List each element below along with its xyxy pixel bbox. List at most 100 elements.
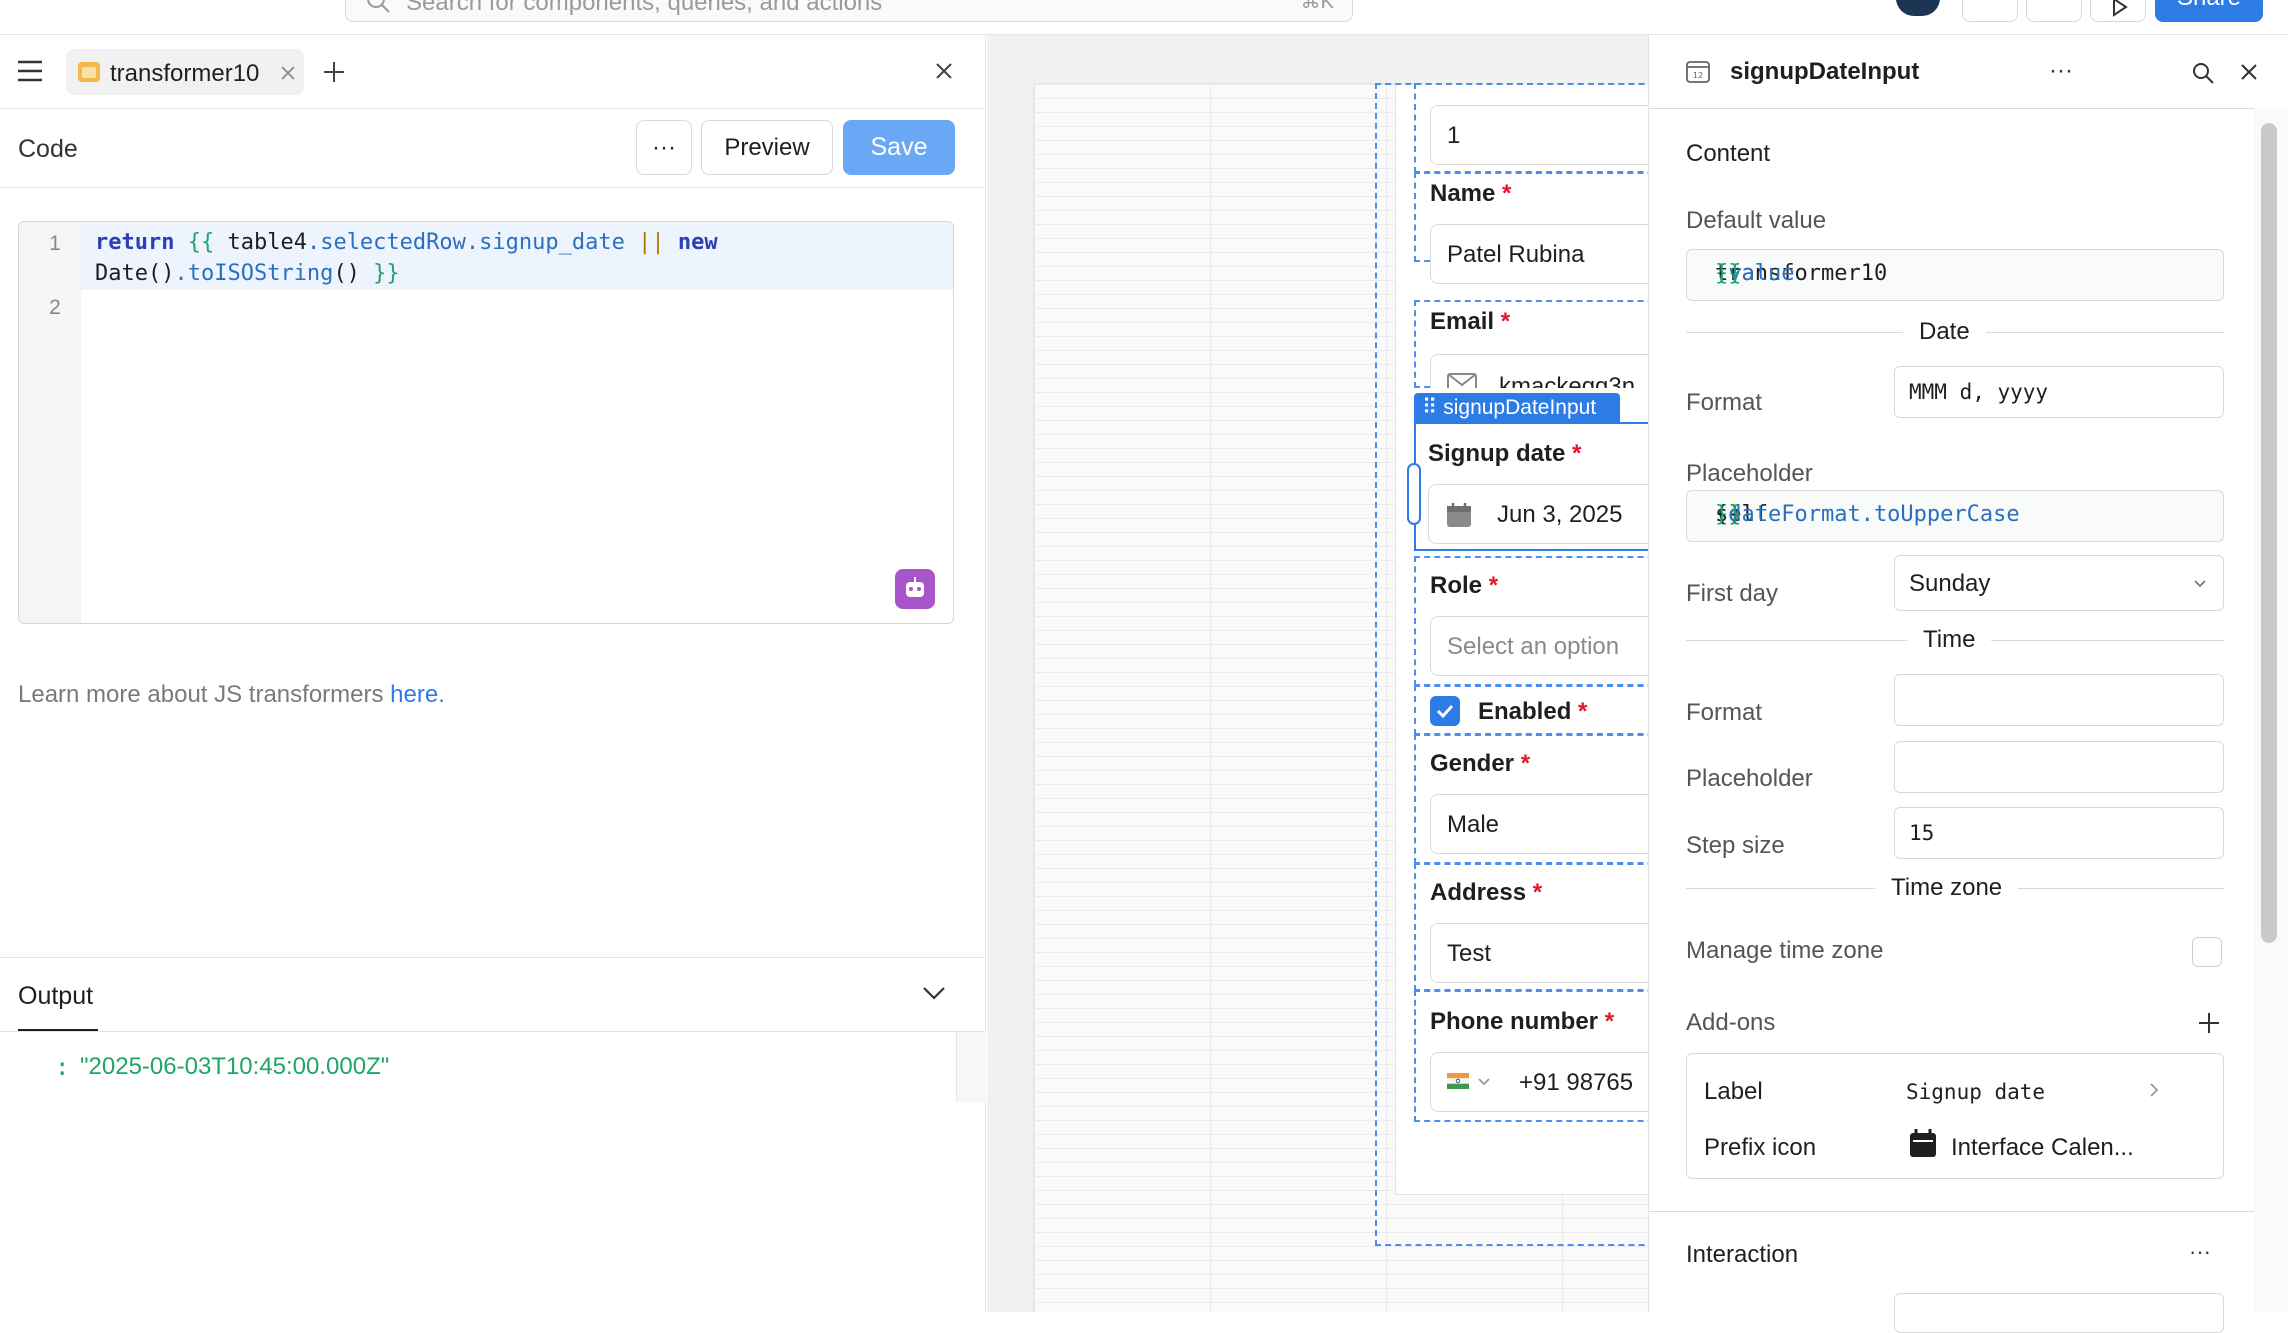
name-value: Patel Rubina [1447, 241, 1585, 268]
first-day-value: Sunday [1909, 570, 1991, 597]
add-tab-icon[interactable] [323, 61, 345, 83]
close-tab-icon[interactable] [280, 65, 296, 81]
signup-date-input[interactable]: Jun 3, 2025 [1428, 484, 1648, 544]
selected-component-name: signupDateInput [1443, 396, 1597, 419]
form-field-id: 1 [1414, 83, 1648, 173]
avatar[interactable] [1896, 0, 1940, 16]
tab-transformer10[interactable]: transformer10 [66, 49, 304, 95]
manage-tz-label: Manage time zone [1686, 937, 1884, 964]
interaction-more-button[interactable]: ··· [2189, 1239, 2211, 1265]
code-editor[interactable]: 1 2 return {{ table4.selectedRow.signup_… [18, 221, 954, 624]
enabled-label: Enabled * [1478, 698, 1587, 726]
code-section-title: Code [18, 135, 78, 163]
preview-button[interactable]: Preview [701, 120, 833, 175]
content-heading[interactable]: Content [1686, 140, 1770, 168]
default-value-input[interactable]: {{ transformer10 .value }} [1686, 249, 2224, 301]
code-editor-panel: transformer10 Code ··· Preview Save 1 2 … [0, 35, 986, 1312]
phone-input[interactable]: +91 98765 [1430, 1052, 1648, 1112]
divider [1649, 108, 2288, 109]
checkmark-icon [1436, 704, 1454, 719]
chevron-down-icon [2194, 580, 2206, 588]
toolbar-button[interactable] [1962, 0, 2018, 22]
chevron-down-icon[interactable] [922, 985, 946, 1001]
divider [0, 1031, 986, 1032]
code-token: }} [359, 261, 400, 286]
interaction-heading[interactable]: Interaction [1686, 1241, 1798, 1269]
chevron-right-icon[interactable] [2149, 1082, 2159, 1098]
addon-label-key: Label [1704, 1078, 1763, 1105]
time-placeholder-input[interactable] [1894, 741, 2224, 793]
format-input[interactable]: MMM d, yyyy [1894, 366, 2224, 418]
step-size-input[interactable]: 15 [1894, 807, 2224, 859]
mail-icon [1447, 373, 1477, 388]
format-value: MMM d, yyyy [1909, 380, 2049, 404]
close-panel-icon[interactable] [935, 62, 953, 80]
code-token: .toISOString [174, 261, 334, 286]
share-button[interactable]: Share [2155, 0, 2263, 22]
robot-icon [906, 577, 924, 597]
global-search-input[interactable]: Search for components, queries, and acti… [345, 0, 1353, 22]
form-field-role: Role * Select an option [1414, 556, 1648, 686]
india-flag-icon [1447, 1073, 1469, 1089]
app-canvas[interactable]: 1 Name * Patel Rubina Email * kmackegg3n… [987, 35, 1648, 1312]
form-field-gender: Gender * Male [1414, 734, 1648, 864]
selected-component-tag[interactable]: ⠿ signupDateInput [1414, 393, 1620, 423]
address-input[interactable]: Test [1430, 923, 1648, 983]
time-format-input[interactable] [1894, 674, 2224, 726]
placeholder-input[interactable]: {{ self .dateFormat.toUpperCase() }} [1686, 490, 2224, 542]
manage-tz-checkbox[interactable] [2192, 937, 2222, 967]
code-line-1: return {{ table4.selectedRow.signup_date… [95, 230, 718, 255]
code-token: .selectedRow [306, 230, 466, 255]
required-mark: * [1532, 879, 1543, 906]
format-label: Format [1686, 389, 1763, 416]
user-count-button[interactable] [2026, 0, 2082, 22]
inspector-title[interactable]: signupDateInput [1730, 58, 1919, 86]
top-toolbar: Search for components, queries, and acti… [0, 0, 2288, 35]
required-mark: * [1578, 698, 1588, 725]
name-input[interactable]: Patel Rubina [1430, 224, 1648, 284]
step-size-value: 15 [1909, 821, 1935, 845]
gender-label-text: Gender [1430, 750, 1515, 777]
addon-prefix-value[interactable]: Interface Calen... [1951, 1134, 2134, 1162]
gender-label: Gender * [1430, 750, 1530, 778]
id-input[interactable]: 1 [1430, 105, 1648, 165]
email-input[interactable]: kmackegg3n [1430, 354, 1648, 388]
code-token: }} [1715, 502, 1742, 527]
search-shortcut: ⌘K [1300, 0, 1334, 13]
menu-icon[interactable] [16, 59, 44, 83]
add-icon[interactable] [2198, 1012, 2220, 1034]
chevron-down-icon[interactable] [1477, 1077, 1491, 1087]
code-token: () [333, 261, 360, 286]
address-label: Address * [1430, 879, 1542, 907]
scrollbar-thumb[interactable] [2261, 123, 2277, 943]
signup-label: Signup date * [1428, 440, 1581, 468]
inspector-more-button[interactable]: ··· [2049, 57, 2073, 85]
search-icon[interactable] [2191, 61, 2215, 85]
output-title[interactable]: Output [18, 982, 93, 1011]
signup-date-value: Jun 3, 2025 [1497, 501, 1623, 528]
code-token: return [95, 230, 175, 255]
time-section-divider: Time [1907, 626, 1992, 654]
required-mark: * [1572, 440, 1582, 467]
form-field-signup-date[interactable]: Signup date * Jun 3, 2025 [1414, 422, 1648, 551]
learn-more-link[interactable]: here. [390, 681, 445, 708]
close-icon[interactable] [2240, 63, 2258, 81]
step-size-label: Step size [1686, 832, 1785, 859]
addon-label-value[interactable]: Signup date [1906, 1080, 2045, 1104]
output-scrollbar[interactable] [956, 1032, 986, 1102]
save-button[interactable]: Save [843, 120, 955, 175]
learn-more-text: Learn more about JS transformers here. [18, 681, 445, 709]
enabled-checkbox[interactable] [1430, 696, 1460, 726]
ai-assist-button[interactable] [895, 569, 935, 609]
more-options-button[interactable]: ··· [636, 120, 692, 175]
first-day-select[interactable]: Sunday [1894, 555, 2224, 611]
gender-select[interactable]: Male [1430, 794, 1648, 854]
learn-more-label: Learn more about JS transformers [18, 681, 391, 708]
run-button[interactable] [2090, 0, 2146, 22]
first-day-label: First day [1686, 580, 1779, 607]
role-select[interactable]: Select an option [1430, 616, 1648, 676]
required-mark: * [1488, 572, 1499, 599]
code-token: Date() [95, 261, 175, 286]
loading-input[interactable] [1894, 1293, 2224, 1333]
address-label-text: Address [1430, 879, 1527, 906]
